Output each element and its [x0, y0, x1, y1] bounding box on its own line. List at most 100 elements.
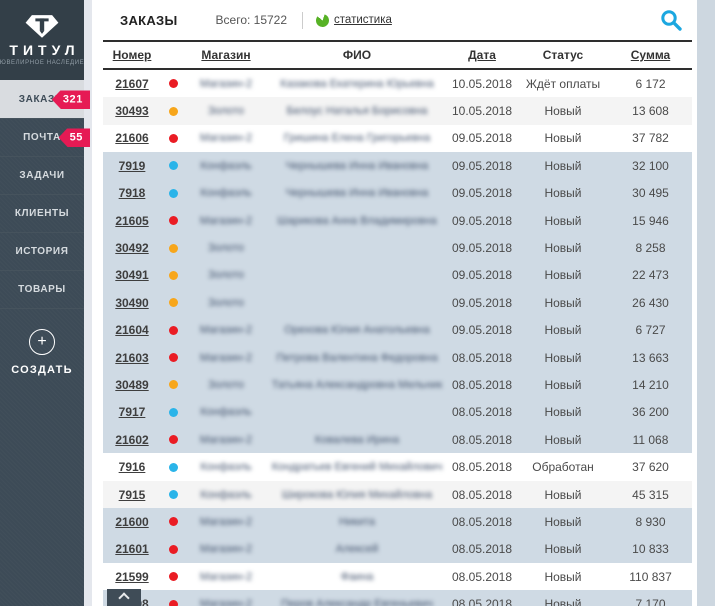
status-cell: Новый — [517, 268, 609, 282]
status-dot-yellow — [169, 271, 178, 280]
date-cell: 08.05.2018 — [447, 405, 517, 419]
sidebar-item-orders[interactable]: ЗАКАЗЫ 321 — [0, 80, 84, 118]
fio-cell: Широкова Юлия Михайловна — [267, 489, 447, 501]
sidebar-item-products[interactable]: ТОВАРЫ — [0, 270, 84, 308]
column-header-date[interactable]: Дата — [447, 48, 517, 62]
table-row: 30493 Золото Белоус Наталья Борисовна 10… — [103, 97, 692, 124]
page-title: ЗАКАЗЫ — [120, 13, 178, 28]
status-cell: Обработан — [517, 460, 609, 474]
order-number-link[interactable]: 21600 — [103, 515, 161, 529]
order-number-link[interactable]: 21604 — [103, 323, 161, 337]
table-row: 30491 Золото 09.05.2018 Новый 22 473 — [103, 262, 692, 289]
status-cell: Новый — [517, 405, 609, 419]
status-cell: Новый — [517, 542, 609, 556]
shop-cell: Золото — [185, 242, 267, 254]
sum-cell: 13 608 — [609, 104, 692, 118]
order-number-link[interactable]: 30491 — [103, 268, 161, 282]
statistics-link-label: статистика — [334, 14, 392, 26]
shop-cell: Конфаэль — [185, 160, 267, 172]
sidebar-item-mail[interactable]: ПОЧТА 55 — [0, 118, 84, 156]
order-number-link[interactable]: 30492 — [103, 241, 161, 255]
orders-total: Всего: 15722 — [216, 13, 288, 27]
order-number-link[interactable]: 30489 — [103, 378, 161, 392]
order-number-link[interactable]: 21601 — [103, 542, 161, 556]
fio-cell: Перов Александр Евгеньевич — [267, 598, 447, 606]
shop-cell: Золото — [185, 297, 267, 309]
order-number-link[interactable]: 21605 — [103, 214, 161, 228]
order-number-link[interactable]: 21607 — [103, 77, 161, 91]
shop-cell: Магазин-2 — [185, 324, 267, 336]
status-cell: Новый — [517, 433, 609, 447]
logo: ТИТУЛ ЮВЕЛИРНОЕ НАСЛЕДИЕ — [0, 0, 84, 80]
sidebar-item-label: ТОВАРЫ — [18, 284, 66, 295]
order-number-link[interactable]: 21602 — [103, 433, 161, 447]
order-number-link[interactable]: 7919 — [103, 159, 161, 173]
date-cell: 09.05.2018 — [447, 323, 517, 337]
date-cell: 09.05.2018 — [447, 186, 517, 200]
order-number-link[interactable]: 7918 — [103, 186, 161, 200]
shop-cell: Конфаэль — [185, 187, 267, 199]
shop-cell: Конфаэль — [185, 406, 267, 418]
sidebar: ТИТУЛ ЮВЕЛИРНОЕ НАСЛЕДИЕ ЗАКАЗЫ 321 ПОЧТ… — [0, 0, 84, 606]
create-button-label: СОЗДАТЬ — [0, 364, 84, 376]
status-dot-yellow — [169, 244, 178, 253]
sum-cell: 30 495 — [609, 186, 692, 200]
table-row: 7915 Конфаэль Широкова Юлия Михайловна 0… — [103, 481, 692, 508]
status-dot-red — [169, 353, 178, 362]
table-row: 30489 Золото Татьяна Александровна Мельн… — [103, 371, 692, 398]
table-row: 21600 Магазин-2 Никита 08.05.2018 Новый … — [103, 508, 692, 535]
logo-subtitle: ЮВЕЛИРНОЕ НАСЛЕДИЕ — [0, 60, 84, 66]
status-dot-blue — [169, 161, 178, 170]
shop-cell: Золото — [185, 379, 267, 391]
table-row: 21603 Магазин-2 Петрова Валентина Федоро… — [103, 344, 692, 371]
date-cell: 09.05.2018 — [447, 241, 517, 255]
content-card: ЗАКАЗЫ Всего: 15722 статистика Номер Мага… — [92, 0, 697, 606]
status-cell: Новый — [517, 159, 609, 173]
shop-cell: Магазин-2 — [185, 571, 267, 583]
table-row: 30492 Золото 09.05.2018 Новый 8 258 — [103, 234, 692, 261]
status-dot-red — [169, 134, 178, 143]
table-row: 21607 Магазин-2 Казакова Екатерина Юрьев… — [103, 70, 692, 97]
search-button[interactable] — [658, 7, 684, 33]
column-header-shop[interactable]: Магазин — [185, 48, 267, 62]
column-header-status: Статус — [517, 48, 609, 62]
statistics-link[interactable]: статистика — [316, 14, 392, 27]
order-number-link[interactable]: 21599 — [103, 570, 161, 584]
sidebar-item-tasks[interactable]: ЗАДАЧИ — [0, 156, 84, 194]
order-number-link[interactable]: 30493 — [103, 104, 161, 118]
sidebar-item-clients[interactable]: КЛИЕНТЫ — [0, 194, 84, 232]
sum-cell: 110 837 — [609, 570, 692, 584]
order-number-link[interactable]: 30490 — [103, 296, 161, 310]
status-cell: Новый — [517, 351, 609, 365]
status-dot-blue — [169, 463, 178, 472]
date-cell: 08.05.2018 — [447, 570, 517, 584]
order-number-link[interactable]: 7915 — [103, 488, 161, 502]
sidebar-item-history[interactable]: ИСТОРИЯ — [0, 232, 84, 270]
order-number-link[interactable]: 21606 — [103, 131, 161, 145]
sidebar-item-label: КЛИЕНТЫ — [15, 208, 69, 219]
order-number-link[interactable]: 21603 — [103, 351, 161, 365]
sum-cell: 6 172 — [609, 77, 692, 91]
status-cell: Новый — [517, 241, 609, 255]
table-row: 21598 Магазин-2 Перов Александр Евгеньев… — [103, 590, 692, 606]
scroll-top-button[interactable] — [107, 589, 141, 606]
status-dot-yellow — [169, 298, 178, 307]
sum-cell: 7 170 — [609, 597, 692, 606]
status-cell: Новый — [517, 597, 609, 606]
date-cell: 10.05.2018 — [447, 77, 517, 91]
column-header-sum[interactable]: Сумма — [609, 48, 692, 62]
order-number-link[interactable]: 7917 — [103, 405, 161, 419]
status-cell: Новый — [517, 515, 609, 529]
chevron-up-icon — [118, 592, 129, 603]
table-header-row: НомерМагазинФИОДатаСтатусСумма — [103, 42, 692, 70]
diamond-logo-icon — [23, 14, 61, 39]
date-cell: 09.05.2018 — [447, 159, 517, 173]
sidebar-item-label: ПОЧТА — [23, 132, 61, 143]
sum-cell: 26 430 — [609, 296, 692, 310]
column-header-number[interactable]: Номер — [103, 48, 161, 62]
order-number-link[interactable]: 7916 — [103, 460, 161, 474]
status-cell: Ждёт оплаты — [517, 77, 609, 91]
table-row: 21601 Магазин-2 Алексей 08.05.2018 Новый… — [103, 536, 692, 563]
create-button[interactable]: СОЗДАТЬ — [0, 308, 84, 376]
shop-cell: Магазин-2 — [185, 516, 267, 528]
